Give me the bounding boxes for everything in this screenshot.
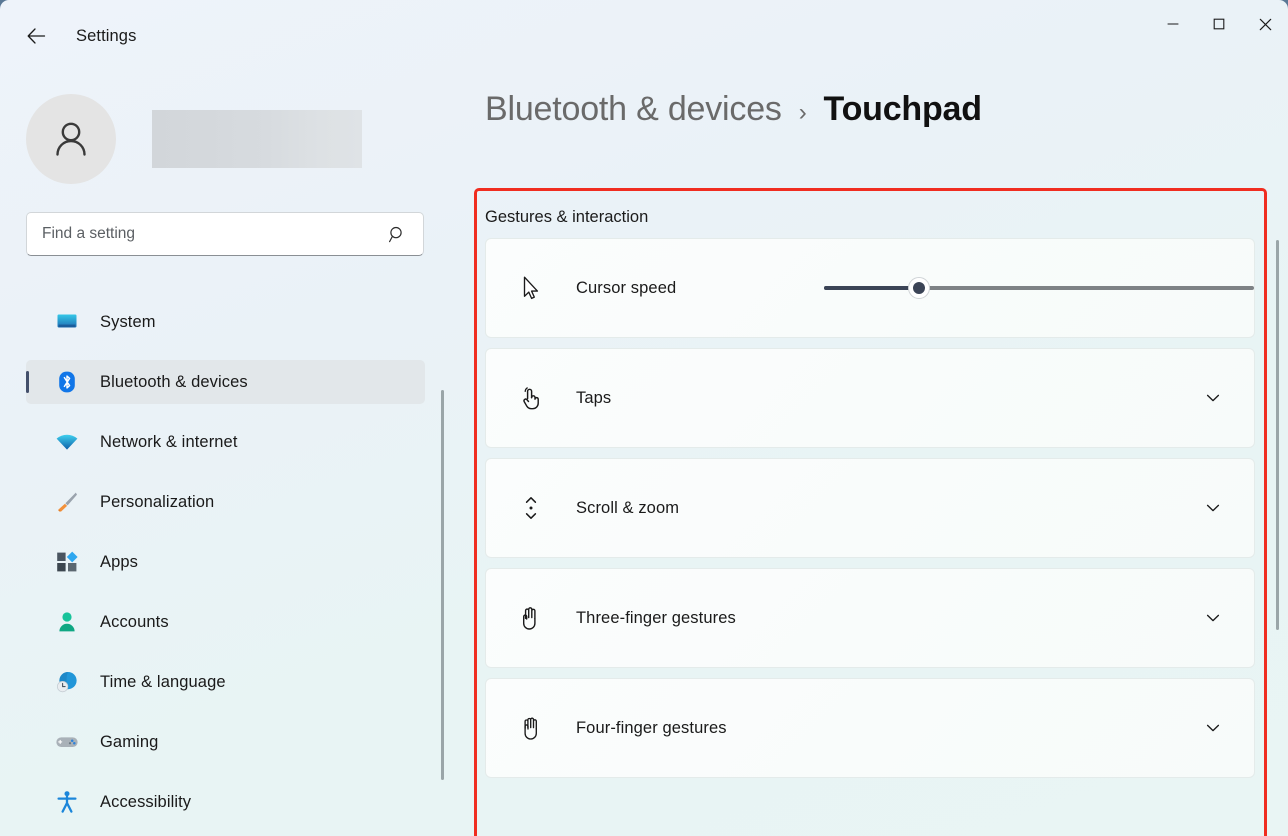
maximize-icon: [1213, 18, 1225, 30]
chevron-down-icon[interactable]: [1198, 713, 1228, 743]
setting-card-three-finger-gestures[interactable]: Three-finger gestures: [485, 568, 1255, 668]
sidebar-item-label: Accessibility: [100, 793, 191, 812]
sidebar-item-label: System: [100, 313, 156, 332]
accessibility-person-icon: [54, 789, 80, 815]
main-scrollbar[interactable]: [1276, 240, 1279, 630]
cursor-speed-slider[interactable]: [824, 276, 1254, 300]
setting-card-taps[interactable]: Taps: [485, 348, 1255, 448]
breadcrumb: Bluetooth & devices › Touchpad: [485, 90, 982, 129]
close-icon: [1259, 18, 1272, 31]
profile-block[interactable]: [26, 94, 362, 184]
chevron-down-icon[interactable]: [1198, 493, 1228, 523]
page-title: Touchpad: [824, 90, 982, 129]
back-button[interactable]: [18, 18, 54, 54]
apps-icon: [54, 549, 80, 575]
three-finger-hand-icon: [514, 601, 548, 635]
chevron-down-icon[interactable]: [1198, 383, 1228, 413]
four-finger-hand-icon: [514, 711, 548, 745]
search-input[interactable]: [27, 225, 388, 243]
sidebar: System Bluetooth & devices: [0, 72, 452, 836]
app-title: Settings: [76, 27, 136, 46]
setting-card-label: Four-finger gestures: [576, 719, 727, 738]
person-avatar-icon: [47, 115, 95, 163]
sidebar-item-network-internet[interactable]: Network & internet: [26, 420, 425, 464]
search-box[interactable]: [26, 212, 424, 256]
gamepad-icon: [54, 729, 80, 755]
paintbrush-icon: [54, 489, 80, 515]
search-icon[interactable]: [388, 225, 423, 244]
tap-hand-icon: [514, 381, 548, 415]
close-button[interactable]: [1242, 0, 1288, 48]
search-glyph-icon: [388, 225, 407, 244]
setting-card-cursor-speed[interactable]: Cursor speed: [485, 238, 1255, 338]
sidebar-item-label: Bluetooth & devices: [100, 373, 248, 392]
clock-globe-icon: [54, 669, 80, 695]
slider-thumb[interactable]: [908, 277, 930, 299]
back-arrow-icon: [25, 25, 47, 47]
account-person-icon: [54, 609, 80, 635]
scroll-vertical-icon: [514, 491, 548, 525]
chevron-down-icon[interactable]: [1198, 603, 1228, 633]
sidebar-item-bluetooth-devices[interactable]: Bluetooth & devices: [26, 360, 425, 404]
sidebar-item-accounts[interactable]: Accounts: [26, 600, 425, 644]
window-controls: [1150, 0, 1288, 48]
avatar: [26, 94, 116, 184]
sidebar-item-label: Personalization: [100, 493, 214, 512]
sidebar-item-time-language[interactable]: Time & language: [26, 660, 425, 704]
minimize-icon: [1167, 18, 1179, 30]
sidebar-item-gaming[interactable]: Gaming: [26, 720, 425, 764]
sidebar-scrollbar[interactable]: [441, 390, 444, 780]
sidebar-item-system[interactable]: System: [26, 300, 425, 344]
setting-card-label: Cursor speed: [576, 279, 676, 298]
sidebar-item-label: Gaming: [100, 733, 158, 752]
sidebar-item-label: Time & language: [100, 673, 226, 692]
setting-card-four-finger-gestures[interactable]: Four-finger gestures: [485, 678, 1255, 778]
setting-card-label: Three-finger gestures: [576, 609, 736, 628]
wifi-icon: [54, 429, 80, 455]
settings-card-list: Cursor speed Taps: [485, 238, 1255, 788]
breadcrumb-parent[interactable]: Bluetooth & devices: [485, 90, 782, 129]
sidebar-item-accessibility[interactable]: Accessibility: [26, 780, 425, 824]
mouse-cursor-icon: [514, 271, 548, 305]
sidebar-item-label: Accounts: [100, 613, 169, 632]
minimize-button[interactable]: [1150, 0, 1196, 48]
bluetooth-icon: [54, 369, 80, 395]
maximize-button[interactable]: [1196, 0, 1242, 48]
setting-card-label: Scroll & zoom: [576, 499, 679, 518]
account-name-redacted: [152, 110, 362, 168]
setting-card-label: Taps: [576, 389, 611, 408]
sidebar-item-personalization[interactable]: Personalization: [26, 480, 425, 524]
section-title: Gestures & interaction: [485, 208, 648, 227]
title-bar: Settings: [0, 0, 1288, 72]
breadcrumb-separator: ›: [799, 99, 807, 127]
sidebar-item-label: Apps: [100, 553, 138, 572]
sidebar-item-apps[interactable]: Apps: [26, 540, 425, 584]
slider-fill: [824, 286, 919, 290]
setting-card-scroll-zoom[interactable]: Scroll & zoom: [485, 458, 1255, 558]
monitor-icon: [54, 309, 80, 335]
sidebar-nav: System Bluetooth & devices: [0, 300, 452, 836]
sidebar-item-label: Network & internet: [100, 433, 238, 452]
main-content: Bluetooth & devices › Touchpad Gestures …: [452, 72, 1288, 836]
settings-window: Settings: [0, 0, 1288, 836]
